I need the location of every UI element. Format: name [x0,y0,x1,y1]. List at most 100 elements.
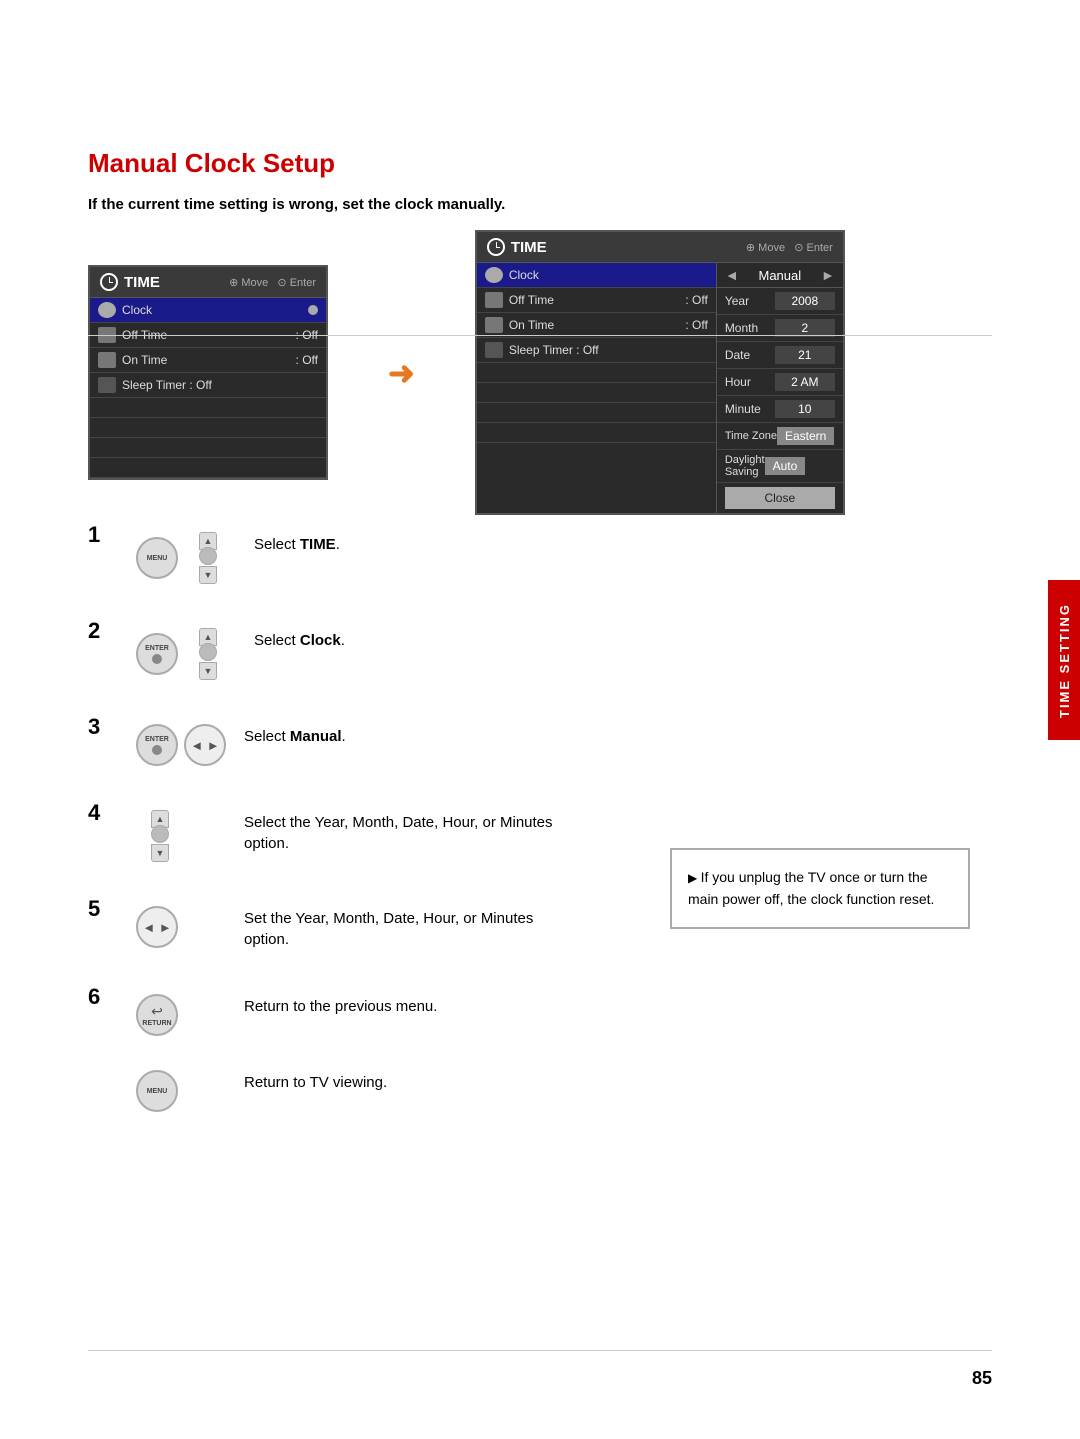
daylight-label: DaylightSaving [725,454,765,478]
settings-clock-item: Clock [477,263,716,288]
return-button: ↩ RETURN [136,994,178,1036]
step-5-number: 5 [88,896,100,922]
divider-top [88,335,992,336]
enter-button-2: ENTER [136,633,178,675]
enter-btn-label-3: ENTER [145,736,169,743]
on-timer-icon-r [485,317,503,333]
step-1: 1 MENU Select TIME. [88,530,992,584]
lr-button-5: ◄ ► [136,906,178,948]
tv-panel-left-header: TIME ⊕ Move ⊙ Enter [90,267,326,298]
step-7-text: Return to TV viewing. [244,1068,387,1093]
tv-panel-right-title: TIME [487,238,547,256]
step-4-text: Select the Year, Month, Date, Hour, or M… [244,808,553,854]
menu-item-blank1 [90,398,326,418]
dpad-center-1 [199,547,217,565]
step-2-text: Select Clock. [254,626,345,651]
step-2-buttons: ENTER [136,628,236,680]
time-icon-left [100,273,118,291]
minute-value: 10 [775,400,835,418]
nav-right-arrow: ► [821,267,835,283]
sleep-timer-icon-r [485,342,503,358]
enter-btn-label: ENTER [145,645,169,652]
menu-item-clock: Clock [90,298,326,323]
page-subtitle: If the current time setting is wrong, se… [88,196,505,213]
dpad-center-2 [199,643,217,661]
close-button[interactable]: Close [725,487,835,509]
date-row: Date 21 [717,342,843,369]
hour-value: 2 AM [775,373,835,391]
step-6-text: Return to the previous menu. [244,992,437,1017]
daylight-row: DaylightSaving Auto [717,450,843,483]
page-number: 85 [972,1368,992,1389]
on-timer-icon [98,352,116,368]
info-box-content: If you unplug the TV once or turn the ma… [688,866,952,911]
nav-left-arrow: ◄ [725,267,739,283]
dpad-1 [184,532,236,584]
settings-sleep-timer: Sleep Timer : Off [477,338,716,363]
timezone-value: Eastern [777,427,834,445]
dpad-4 [136,810,188,862]
steps-area: 1 MENU Select TIME. 2 ENTER [88,530,992,1154]
dpad-down-2 [199,662,217,680]
menu-btn-label: MENU [147,555,168,562]
dpad-down-4 [151,844,169,862]
step-5-buttons: ◄ ► [136,906,226,948]
tv-panel-right: TIME ⊕ Move ⊙ Enter Clock Off Time : Off [475,230,845,515]
time-icon-right [487,238,505,256]
arrow-right: ➜ [388,354,415,392]
tv-panel-left-nav: ⊕ Move ⊙ Enter [229,276,316,289]
menu-button-1: MENU [136,537,178,579]
timezone-label: Time Zone [725,430,777,442]
settings-right: ◄ Manual ► Year 2008 Month 2 Date 21 [717,263,843,513]
step-3: 3 ENTER ◄ ► Select Manual. [88,722,992,766]
tv-panel-left-body: Clock Off Time : Off On Time : Off Sleep… [90,298,326,478]
menu-item-on-time: On Time : Off [90,348,326,373]
step-6-number: 6 [88,984,100,1010]
enter-btn-dot [152,654,162,664]
mode-row: ◄ Manual ► [717,263,843,288]
side-tab-label: TIME SETTING [1057,603,1072,718]
lr-arrows-3: ◄ ► [190,738,219,753]
selected-dot [308,305,318,315]
menu-item-blank3 [90,438,326,458]
tv-panel-right-header: TIME ⊕ Move ⊙ Enter [477,232,843,263]
menu-button-7: MENU [136,1070,178,1112]
step-6-buttons: ↩ RETURN [136,994,226,1036]
dpad-center-4 [151,825,169,843]
page-title: Manual Clock Setup [88,148,335,179]
menu-item-blank2 [90,418,326,438]
settings-left: Clock Off Time : Off On Time : Off Sleep… [477,263,717,513]
step-3-text: Select Manual. [244,722,346,747]
step-3-number: 3 [88,714,100,740]
divider-bottom [88,1350,992,1351]
step-2-number: 2 [88,618,100,644]
sleep-timer-icon [98,377,116,393]
tv-panel-left-title: TIME [100,273,160,291]
step-4-number: 4 [88,800,100,826]
step-6: 6 ↩ RETURN Return to the previous menu. [88,992,992,1036]
dpad-2 [184,628,236,680]
step-1-buttons: MENU [136,532,236,584]
step-3-buttons: ENTER ◄ ► [136,724,226,766]
clock-icon-left [98,302,116,318]
hour-row: Hour 2 AM [717,369,843,396]
side-tab: TIME SETTING [1048,580,1080,740]
settings-body: Clock Off Time : Off On Time : Off Sleep… [477,263,843,513]
tv-panel-left: TIME ⊕ Move ⊙ Enter Clock Off Time : Off… [88,265,328,480]
enter-button-3: ENTER [136,724,178,766]
year-value: 2008 [775,292,835,310]
menu-area: TIME ⊕ Move ⊙ Enter Clock Off Time : Off… [88,230,845,515]
off-timer-icon-r [485,292,503,308]
menu-item-sleep-timer: Sleep Timer : Off [90,373,326,398]
year-row: Year 2008 [717,288,843,315]
month-row: Month 2 [717,315,843,342]
menu-item-blank4 [90,458,326,478]
step-2: 2 ENTER Select Clock. [88,626,992,680]
step-1-text: Select TIME. [254,530,340,555]
info-box: If you unplug the TV once or turn the ma… [670,848,970,929]
menu-btn-label-7: MENU [147,1088,168,1095]
enter-btn-dot-3 [152,745,162,755]
lr-button-3: ◄ ► [184,724,226,766]
step-7-buttons: MENU [136,1070,226,1112]
minute-row: Minute 10 [717,396,843,423]
